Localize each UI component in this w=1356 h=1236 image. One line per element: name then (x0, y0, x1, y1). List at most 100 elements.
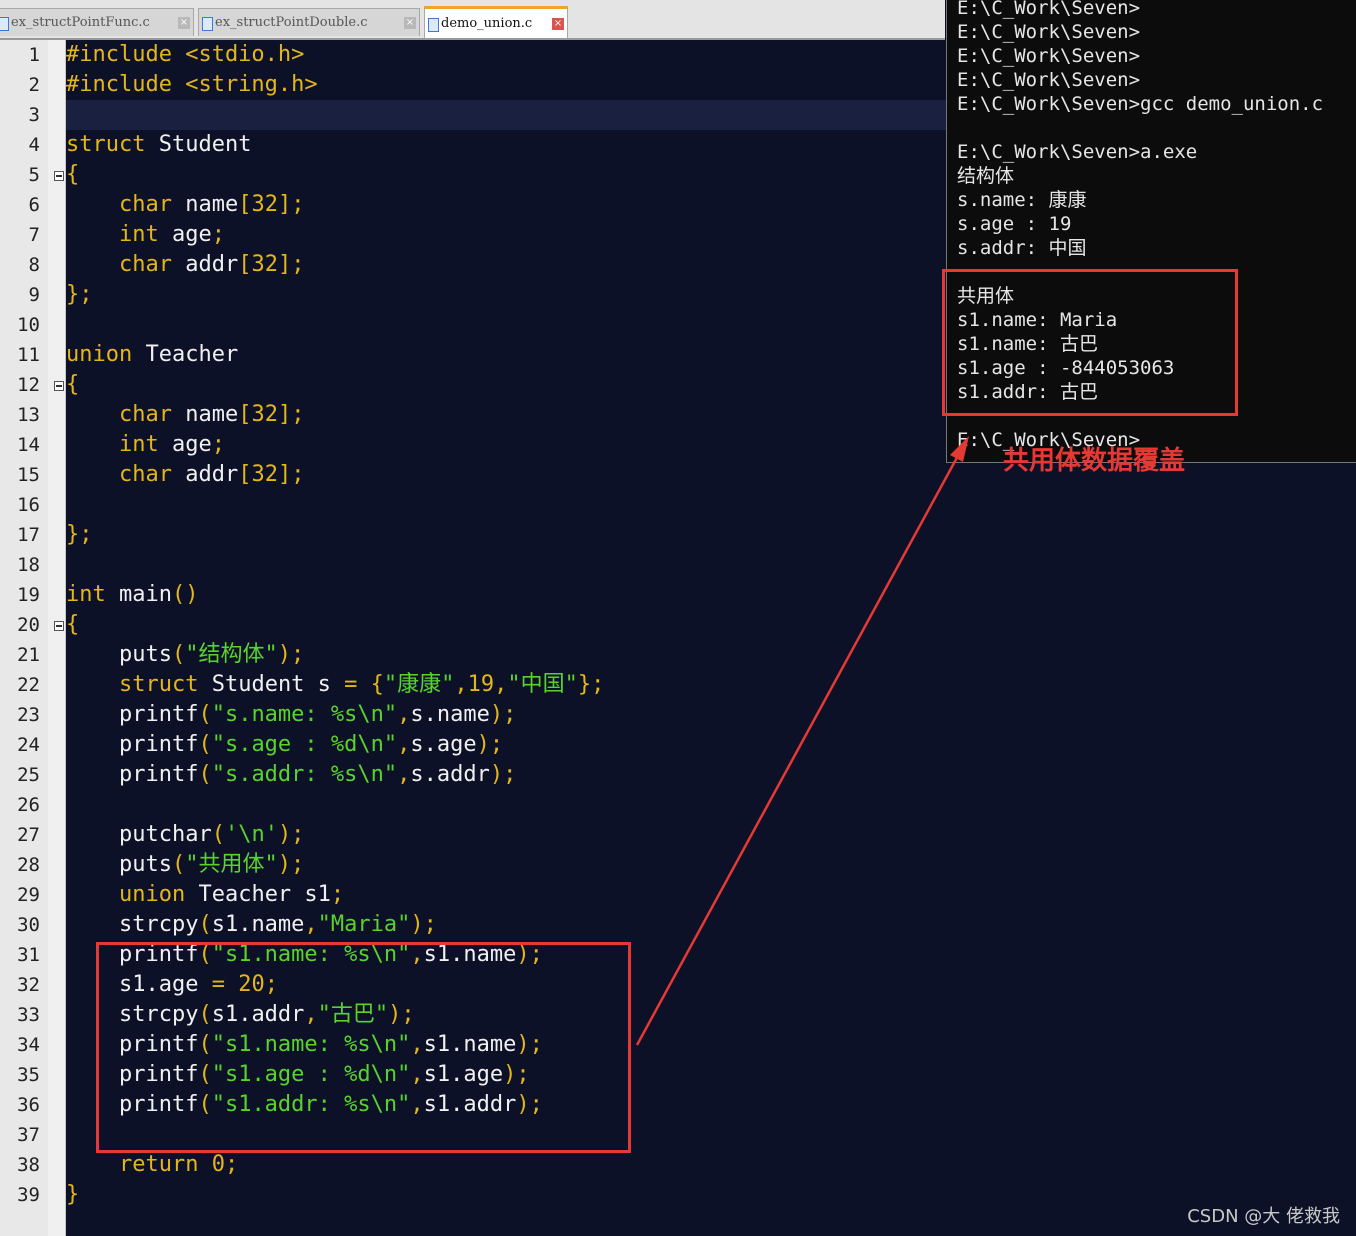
code-line: #include <stdio.h> (66, 40, 304, 70)
code-line: char name[32]; (66, 400, 304, 430)
code-token: name (171, 402, 239, 427)
current-line-highlight (66, 100, 946, 130)
code-token: ); (410, 912, 437, 937)
code-token: ( (171, 852, 186, 877)
code-line: union Teacher s1; (66, 880, 344, 910)
line-number: 34 (17, 1034, 40, 1056)
code-token: ( (198, 762, 212, 787)
line-number: 36 (17, 1094, 40, 1116)
code-line: }; (66, 520, 93, 550)
fold-toggle-icon[interactable] (54, 381, 64, 391)
code-line: putchar('\n'); (66, 820, 304, 850)
code-token: char (118, 402, 172, 427)
code-highlight-box (96, 942, 631, 1153)
watermark: CSDN @大 佬救我 (1187, 1206, 1340, 1227)
code-token: putchar (66, 822, 212, 847)
code-token: char (118, 252, 172, 277)
code-token: , (454, 672, 468, 697)
code-token: ; (224, 1152, 239, 1177)
line-number: 26 (17, 794, 40, 816)
code-token: int (118, 222, 159, 247)
code-token: ( (171, 642, 186, 667)
close-icon[interactable]: × (552, 18, 564, 30)
code-line: strcpy(s1.name,"Maria"); (66, 910, 437, 940)
line-number: 18 (17, 554, 40, 576)
code-token: puts (66, 642, 172, 667)
code-token: , (304, 912, 318, 937)
line-number: 9 (28, 284, 40, 306)
code-token: () (171, 582, 199, 607)
line-number: 10 (17, 314, 40, 336)
code-token: s.name (410, 702, 490, 727)
code-token: struct (118, 672, 199, 697)
fold-toggle-icon[interactable] (54, 621, 64, 631)
code-token: }; (66, 282, 93, 307)
output-highlight-box (942, 269, 1238, 416)
code-token: [ (238, 252, 252, 277)
code-token: ]; (277, 252, 305, 277)
line-number: 14 (17, 434, 40, 456)
console-line: E:\C_Work\Seven>a.exe (957, 141, 1198, 163)
code-token: [ (238, 192, 252, 217)
code-token: }; (577, 672, 605, 697)
tab-bar: ex_structPointFunc.c × ex_structPointDou… (0, 0, 945, 40)
code-line: { (66, 160, 79, 190)
line-number: 25 (17, 764, 40, 786)
tab-ex-structpointfunc[interactable]: ex_structPointFunc.c × (0, 8, 194, 36)
code-token: struct (66, 132, 146, 157)
code-token: union (118, 882, 186, 907)
line-number: 38 (17, 1154, 40, 1176)
line-number: 31 (17, 944, 40, 966)
code-token: , (397, 702, 411, 727)
tab-label: ex_structPointFunc.c (11, 15, 150, 30)
close-icon[interactable]: × (178, 17, 190, 29)
close-icon[interactable]: × (404, 17, 416, 29)
code-line: printf("s.name: %s\n",s.name); (66, 700, 516, 730)
code-line: { (66, 370, 79, 400)
code-token: { (66, 372, 80, 397)
code-token: "s.age : %d\n" (211, 732, 398, 757)
line-number: 24 (17, 734, 40, 756)
code-token: , (397, 762, 411, 787)
line-number: 29 (17, 884, 40, 906)
fold-toggle-icon[interactable] (54, 171, 64, 181)
code-token: name (171, 192, 239, 217)
line-number: 21 (17, 644, 40, 666)
code-token: ( (198, 732, 212, 757)
code-token: = (344, 672, 358, 697)
code-token: "中国" (507, 672, 578, 697)
code-token: age (158, 222, 212, 247)
line-number: 1 (28, 44, 40, 66)
line-number: 20 (17, 614, 40, 636)
code-token: ); (277, 642, 305, 667)
line-number: 13 (17, 404, 40, 426)
code-line: int age; (66, 430, 225, 460)
file-icon (202, 17, 213, 31)
code-token: #include <string.h> (66, 72, 318, 97)
code-token: age (158, 432, 212, 457)
line-number: 17 (17, 524, 40, 546)
tab-demo-union[interactable]: demo_union.c × (424, 6, 568, 38)
line-number: 37 (17, 1124, 40, 1146)
console-line: E:\C_Work\Seven> (957, 69, 1141, 91)
code-token: ); (489, 702, 517, 727)
code-token: "共用体" (185, 852, 278, 877)
code-line: printf("s.addr: %s\n",s.addr); (66, 760, 516, 790)
code-token: ); (476, 732, 504, 757)
code-token: addr (171, 252, 239, 277)
code-token: , (494, 672, 508, 697)
code-line: #include <string.h> (66, 70, 318, 100)
line-number: 8 (28, 254, 40, 276)
code-line: struct Student (66, 130, 251, 160)
code-token: char (118, 192, 172, 217)
code-token: "结构体" (185, 642, 278, 667)
code-token: main (105, 582, 172, 607)
tab-ex-structpointdouble[interactable]: ex_structPointDouble.c × (198, 8, 420, 36)
code-token: { (370, 672, 384, 697)
code-token: 19 (467, 672, 495, 697)
